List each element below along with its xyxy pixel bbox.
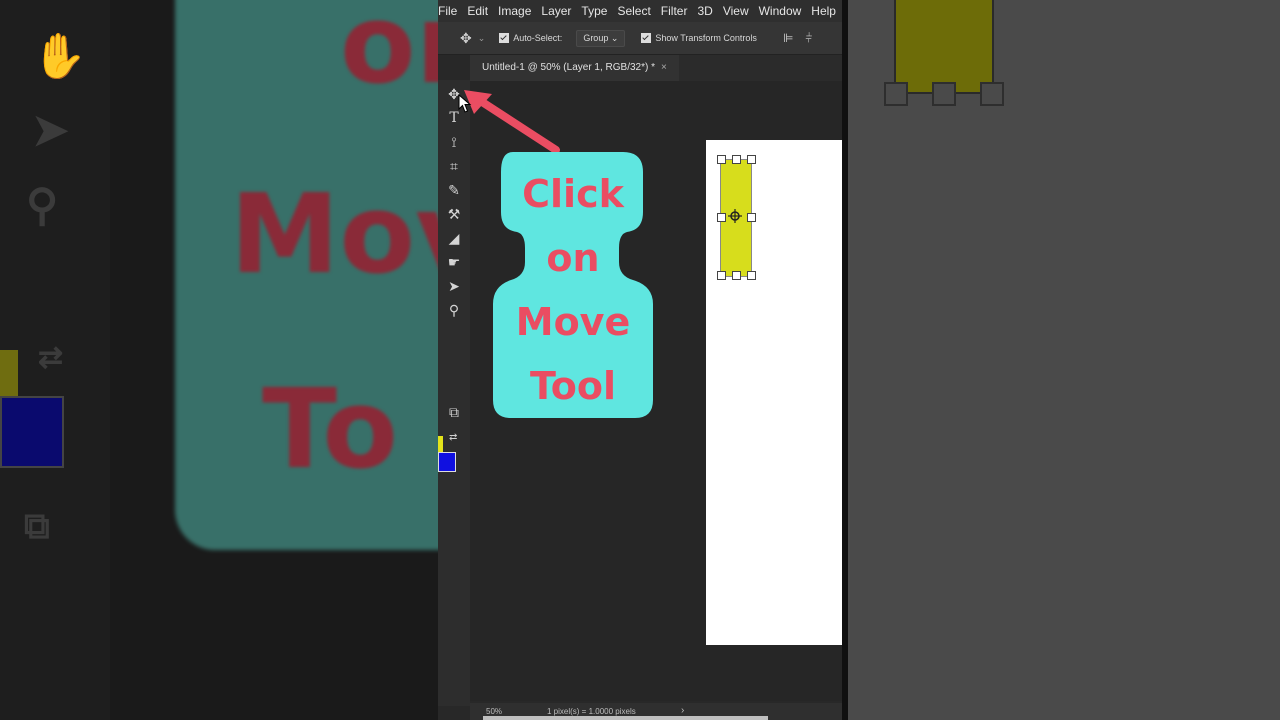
transform-handle[interactable] [717,155,726,164]
zoom-tool-icon[interactable]: ⚲ [444,300,464,320]
menu-layer[interactable]: Layer [536,4,576,18]
background-color-swatch[interactable] [438,452,456,472]
callout-text: Click on Move Tool [493,162,653,418]
callout-line: on [546,236,600,280]
blurred-smudge-icon: ✋ [32,32,87,81]
pixel-ratio-info: 1 pixel(s) = 1.0000 pixels [547,707,636,716]
menu-select[interactable]: Select [612,4,655,18]
mouse-cursor-icon [458,94,472,113]
blurred-text-move: Mov [230,170,438,298]
menu-bar: File Edit Image Layer Type Select Filter… [438,0,842,22]
blurred-handle [932,82,956,106]
scrollbar[interactable] [483,716,768,720]
blurred-arrow-icon: ➤ [32,106,69,155]
menu-file[interactable]: File [438,4,462,18]
transform-handle[interactable] [732,271,741,280]
menu-window[interactable]: Window [754,4,807,18]
blurred-zoom-icon: ⚲ [26,181,59,230]
menu-view[interactable]: View [718,4,754,18]
menu-filter[interactable]: Filter [656,4,693,18]
blurred-left-background: ✋ ➤ ⚲ ⇄ ⧉ on Mov To [0,0,438,720]
blurred-swap-icon: ⇄ [38,341,64,374]
blurred-text-on: on [340,0,438,108]
callout-line: Tool [529,364,617,408]
transform-handle[interactable] [747,213,756,222]
screen-mode-icon[interactable]: ⧉ [444,402,464,422]
instruction-callout: Click on Move Tool [493,152,653,418]
status-menu-arrow[interactable]: › [681,705,684,716]
reference-point-icon[interactable] [728,209,742,223]
menu-edit[interactable]: Edit [462,4,493,18]
document-tab[interactable]: Untitled-1 @ 50% (Layer 1, RGB/32*) * × [470,55,679,81]
smudge-tool-icon[interactable]: ☛ [444,252,464,272]
menu-type[interactable]: Type [576,4,612,18]
blurred-layer-rect [894,0,994,94]
document-tab-strip: Untitled-1 @ 50% (Layer 1, RGB/32*) * × [470,55,842,81]
transform-handle[interactable] [717,271,726,280]
show-transform-controls-checkbox[interactable]: Show Transform Controls [641,33,757,44]
options-bar: ✥ ⌄ Auto-Select: Group ⌄ Show Transform … [438,22,842,55]
auto-select-target-dropdown[interactable]: Group ⌄ [576,29,626,47]
chevron-down-icon: ⌄ [610,32,619,43]
zoom-level[interactable]: 50% [486,707,502,716]
align-center-icon[interactable]: ⫩ [805,31,812,46]
move-tool-preset-icon[interactable]: ✥ [460,30,472,47]
show-transform-label: Show Transform Controls [655,32,757,43]
menu-3d[interactable]: 3D [692,4,717,18]
chevron-down-icon[interactable]: ⌄ [478,33,486,44]
blurred-screen-mode-icon: ⧉ [24,505,50,546]
photoshop-window: File Edit Image Layer Type Select Filter… [438,0,842,720]
callout-line: Move [515,300,631,344]
menu-help[interactable]: Help [806,4,841,18]
path-selection-icon[interactable]: ➤ [444,276,464,296]
eyedropper-tool-icon[interactable]: ✎ [444,180,464,200]
healing-brush-icon[interactable]: ⚒ [444,204,464,224]
transform-handle[interactable] [747,155,756,164]
menu-image[interactable]: Image [493,4,536,18]
auto-select-label: Auto-Select: [513,32,563,43]
eraser-tool-icon[interactable]: ◢ [444,228,464,248]
transform-handle[interactable] [747,271,756,280]
blurred-right-background [848,0,1280,720]
swap-colors-icon[interactable]: ⇄ [449,432,457,443]
blurred-handle [884,82,908,106]
close-icon[interactable]: × [661,62,667,73]
document-tab-title: Untitled-1 @ 50% (Layer 1, RGB/32*) * [482,62,656,73]
transform-handle[interactable] [717,213,726,222]
tools-panel: ✥ T ⟟ ⌗ ✎ ⚒ ◢ ☛ ➤ ⚲ ⇄ ⧉ [438,80,470,706]
blurred-background-swatch [0,396,64,468]
auto-select-checkbox[interactable]: Auto-Select: [499,33,562,44]
checkbox-checked-icon [499,33,510,44]
dropdown-value: Group [583,32,609,43]
align-left-icon[interactable]: ⊫ [783,31,793,45]
callout-line: Click [522,172,624,216]
blurred-text-tool: To [262,365,398,493]
transform-handle[interactable] [732,155,741,164]
checkbox-checked-icon [641,33,652,44]
blurred-handle [980,82,1004,106]
